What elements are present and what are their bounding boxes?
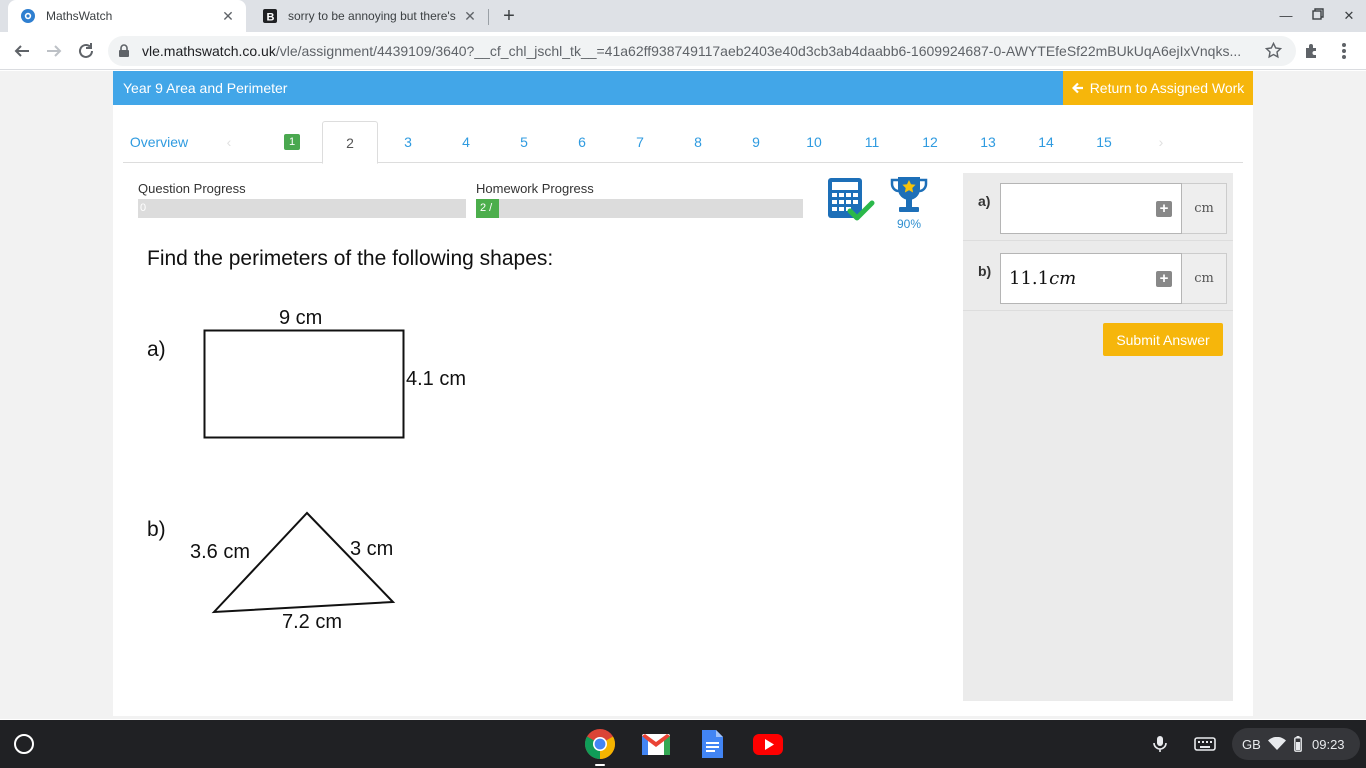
tab-question-12[interactable]: 12	[901, 121, 959, 163]
battery-icon	[1294, 731, 1302, 757]
browser-tab-mathswatch[interactable]: MathsWatch ✕	[8, 0, 246, 32]
answer-a-input[interactable]: +	[1000, 183, 1182, 234]
url-path: /vle/assignment/4439109/3640?__cf_chl_js…	[275, 43, 1242, 59]
answer-panel: a) + cm b) 11.1cm + cm Submit Answer	[963, 173, 1233, 701]
trophy-icon	[889, 175, 929, 217]
insert-symbol-plus-icon[interactable]: +	[1156, 271, 1172, 287]
gmail-app-icon[interactable]	[640, 728, 672, 760]
tab-question-8[interactable]: 8	[669, 121, 727, 163]
lock-icon	[118, 44, 130, 63]
insert-symbol-plus-icon[interactable]: +	[1156, 201, 1172, 217]
tab-scroll-left[interactable]: ‹	[219, 121, 239, 163]
answer-b-unit: cm	[1182, 253, 1227, 304]
wifi-icon	[1268, 731, 1286, 757]
question-progress-value: 0	[140, 202, 147, 214]
tab-question-9[interactable]: 9	[727, 121, 785, 163]
question-progress-bar: 0	[138, 199, 466, 218]
chrome-running-indicator	[595, 764, 605, 766]
rectangle-width-label: 9 cm	[279, 307, 323, 329]
keyboard-layout: GB	[1242, 736, 1261, 752]
question-nav: Overview ‹ 1 2 3 4 5 6 7 8 9 10 11 12 13…	[123, 121, 1243, 164]
question-progress-label: Question Progress	[138, 181, 246, 196]
tab-question-13[interactable]: 13	[959, 121, 1017, 163]
browser-toolbar: vle.mathswatch.co.uk/vle/assignment/4439…	[0, 32, 1366, 70]
tab-question-4[interactable]: 4	[437, 121, 495, 163]
tab-title: MathsWatch	[46, 9, 113, 23]
tab-question-14[interactable]: 14	[1017, 121, 1075, 163]
homework-progress-label: Homework Progress	[476, 181, 594, 196]
answer-row-a: a) + cm	[963, 173, 1233, 241]
svg-text:B: B	[267, 12, 275, 24]
answer-a-unit: cm	[1182, 183, 1227, 234]
microphone-icon[interactable]	[1152, 731, 1168, 757]
assignment-card: Year 9 Area and Perimeter Return to Assi…	[113, 71, 1253, 716]
rectangle-height-label: 4.1 cm	[406, 368, 467, 390]
new-tab-button[interactable]: +	[498, 5, 520, 27]
tab-question-7[interactable]: 7	[611, 121, 669, 163]
tab-scroll-right[interactable]: ›	[1151, 121, 1171, 163]
tab-question-6[interactable]: 6	[553, 121, 611, 163]
answer-row-b: b) 11.1cm + cm	[963, 243, 1233, 311]
clock: 09:23	[1312, 736, 1345, 752]
triangle-right-side-label: 3 cm	[350, 538, 394, 560]
url-host: vle.mathswatch.co.uk	[142, 43, 276, 59]
bookmark-star-icon[interactable]	[1264, 41, 1283, 64]
answer-b-number: 11.1	[1009, 268, 1050, 289]
forward-icon[interactable]	[42, 39, 66, 63]
homework-progress-fill: 2 /	[476, 199, 499, 218]
answer-b-typed-unit: cm	[1049, 268, 1077, 289]
tab-question-3[interactable]: 3	[379, 121, 437, 163]
tab-question-10[interactable]: 10	[785, 121, 843, 163]
reload-icon[interactable]	[74, 39, 98, 63]
triangle-left-side-label: 3.6 cm	[190, 541, 251, 563]
minimize-window-icon[interactable]: —	[1278, 8, 1294, 24]
extensions-puzzle-icon[interactable]	[1300, 39, 1324, 63]
page-background: Year 9 Area and Perimeter Return to Assi…	[0, 71, 1366, 719]
part-b-label: b)	[147, 518, 166, 541]
answer-b-label: b)	[978, 263, 992, 279]
triangle-base-label: 7.2 cm	[282, 611, 343, 633]
address-bar[interactable]: vle.mathswatch.co.uk/vle/assignment/4439…	[108, 36, 1296, 66]
assignment-header: Year 9 Area and Perimeter Return to Assi…	[113, 71, 1253, 105]
keyboard-icon[interactable]	[1194, 731, 1216, 757]
assignment-title: Year 9 Area and Perimeter	[123, 80, 288, 96]
tab-title: sorry to be annoying but there's	[288, 9, 456, 23]
calculator-allowed-icon	[826, 177, 876, 225]
bold-b-favicon-icon: B	[262, 8, 278, 24]
answer-a-label: a)	[978, 193, 991, 209]
tab-question-2[interactable]: 2	[322, 121, 378, 164]
tab-question-11[interactable]: 11	[843, 121, 901, 163]
chrome-app-icon[interactable]	[584, 728, 616, 760]
tab-separator	[488, 9, 489, 25]
arrow-left-icon	[1071, 82, 1083, 94]
browser-tab-second[interactable]: B sorry to be annoying but there's ✕	[250, 0, 488, 32]
homework-progress-bar: 2 /	[476, 199, 803, 218]
return-to-assigned-work-button[interactable]: Return to Assigned Work	[1063, 71, 1253, 105]
close-tab-icon[interactable]: ✕	[460, 6, 480, 26]
launcher-icon[interactable]	[14, 734, 34, 754]
restore-window-icon[interactable]	[1310, 8, 1326, 24]
part-a-label: a)	[147, 338, 166, 361]
trophy-percent: 90%	[896, 217, 922, 231]
return-label: Return to Assigned Work	[1089, 80, 1245, 96]
completed-badge: 1	[283, 134, 301, 150]
question-text: Find the perimeters of the following sha…	[147, 247, 554, 270]
os-shelf: GB 09:23	[0, 720, 1366, 768]
browser-tab-strip: MathsWatch ✕ B sorry to be annoying but …	[0, 0, 1366, 32]
submit-answer-button[interactable]: Submit Answer	[1103, 323, 1223, 356]
url-text: vle.mathswatch.co.uk/vle/assignment/4439…	[142, 43, 1247, 59]
browser-menu-icon[interactable]	[1332, 39, 1356, 63]
back-icon[interactable]	[10, 39, 34, 63]
close-tab-icon[interactable]: ✕	[218, 6, 238, 26]
youtube-app-icon[interactable]	[752, 728, 784, 760]
answer-b-value: 11.1cm	[1009, 268, 1076, 289]
tab-overview[interactable]: Overview	[123, 121, 195, 163]
tab-question-5[interactable]: 5	[495, 121, 553, 163]
answer-b-input[interactable]: 11.1cm +	[1000, 253, 1182, 304]
tab-question-1[interactable]: 1	[263, 121, 321, 163]
close-window-icon[interactable]: ✕	[1341, 8, 1357, 24]
tab-question-15[interactable]: 15	[1075, 121, 1133, 163]
mathswatch-favicon-icon	[20, 8, 36, 24]
google-docs-app-icon[interactable]	[696, 728, 728, 760]
